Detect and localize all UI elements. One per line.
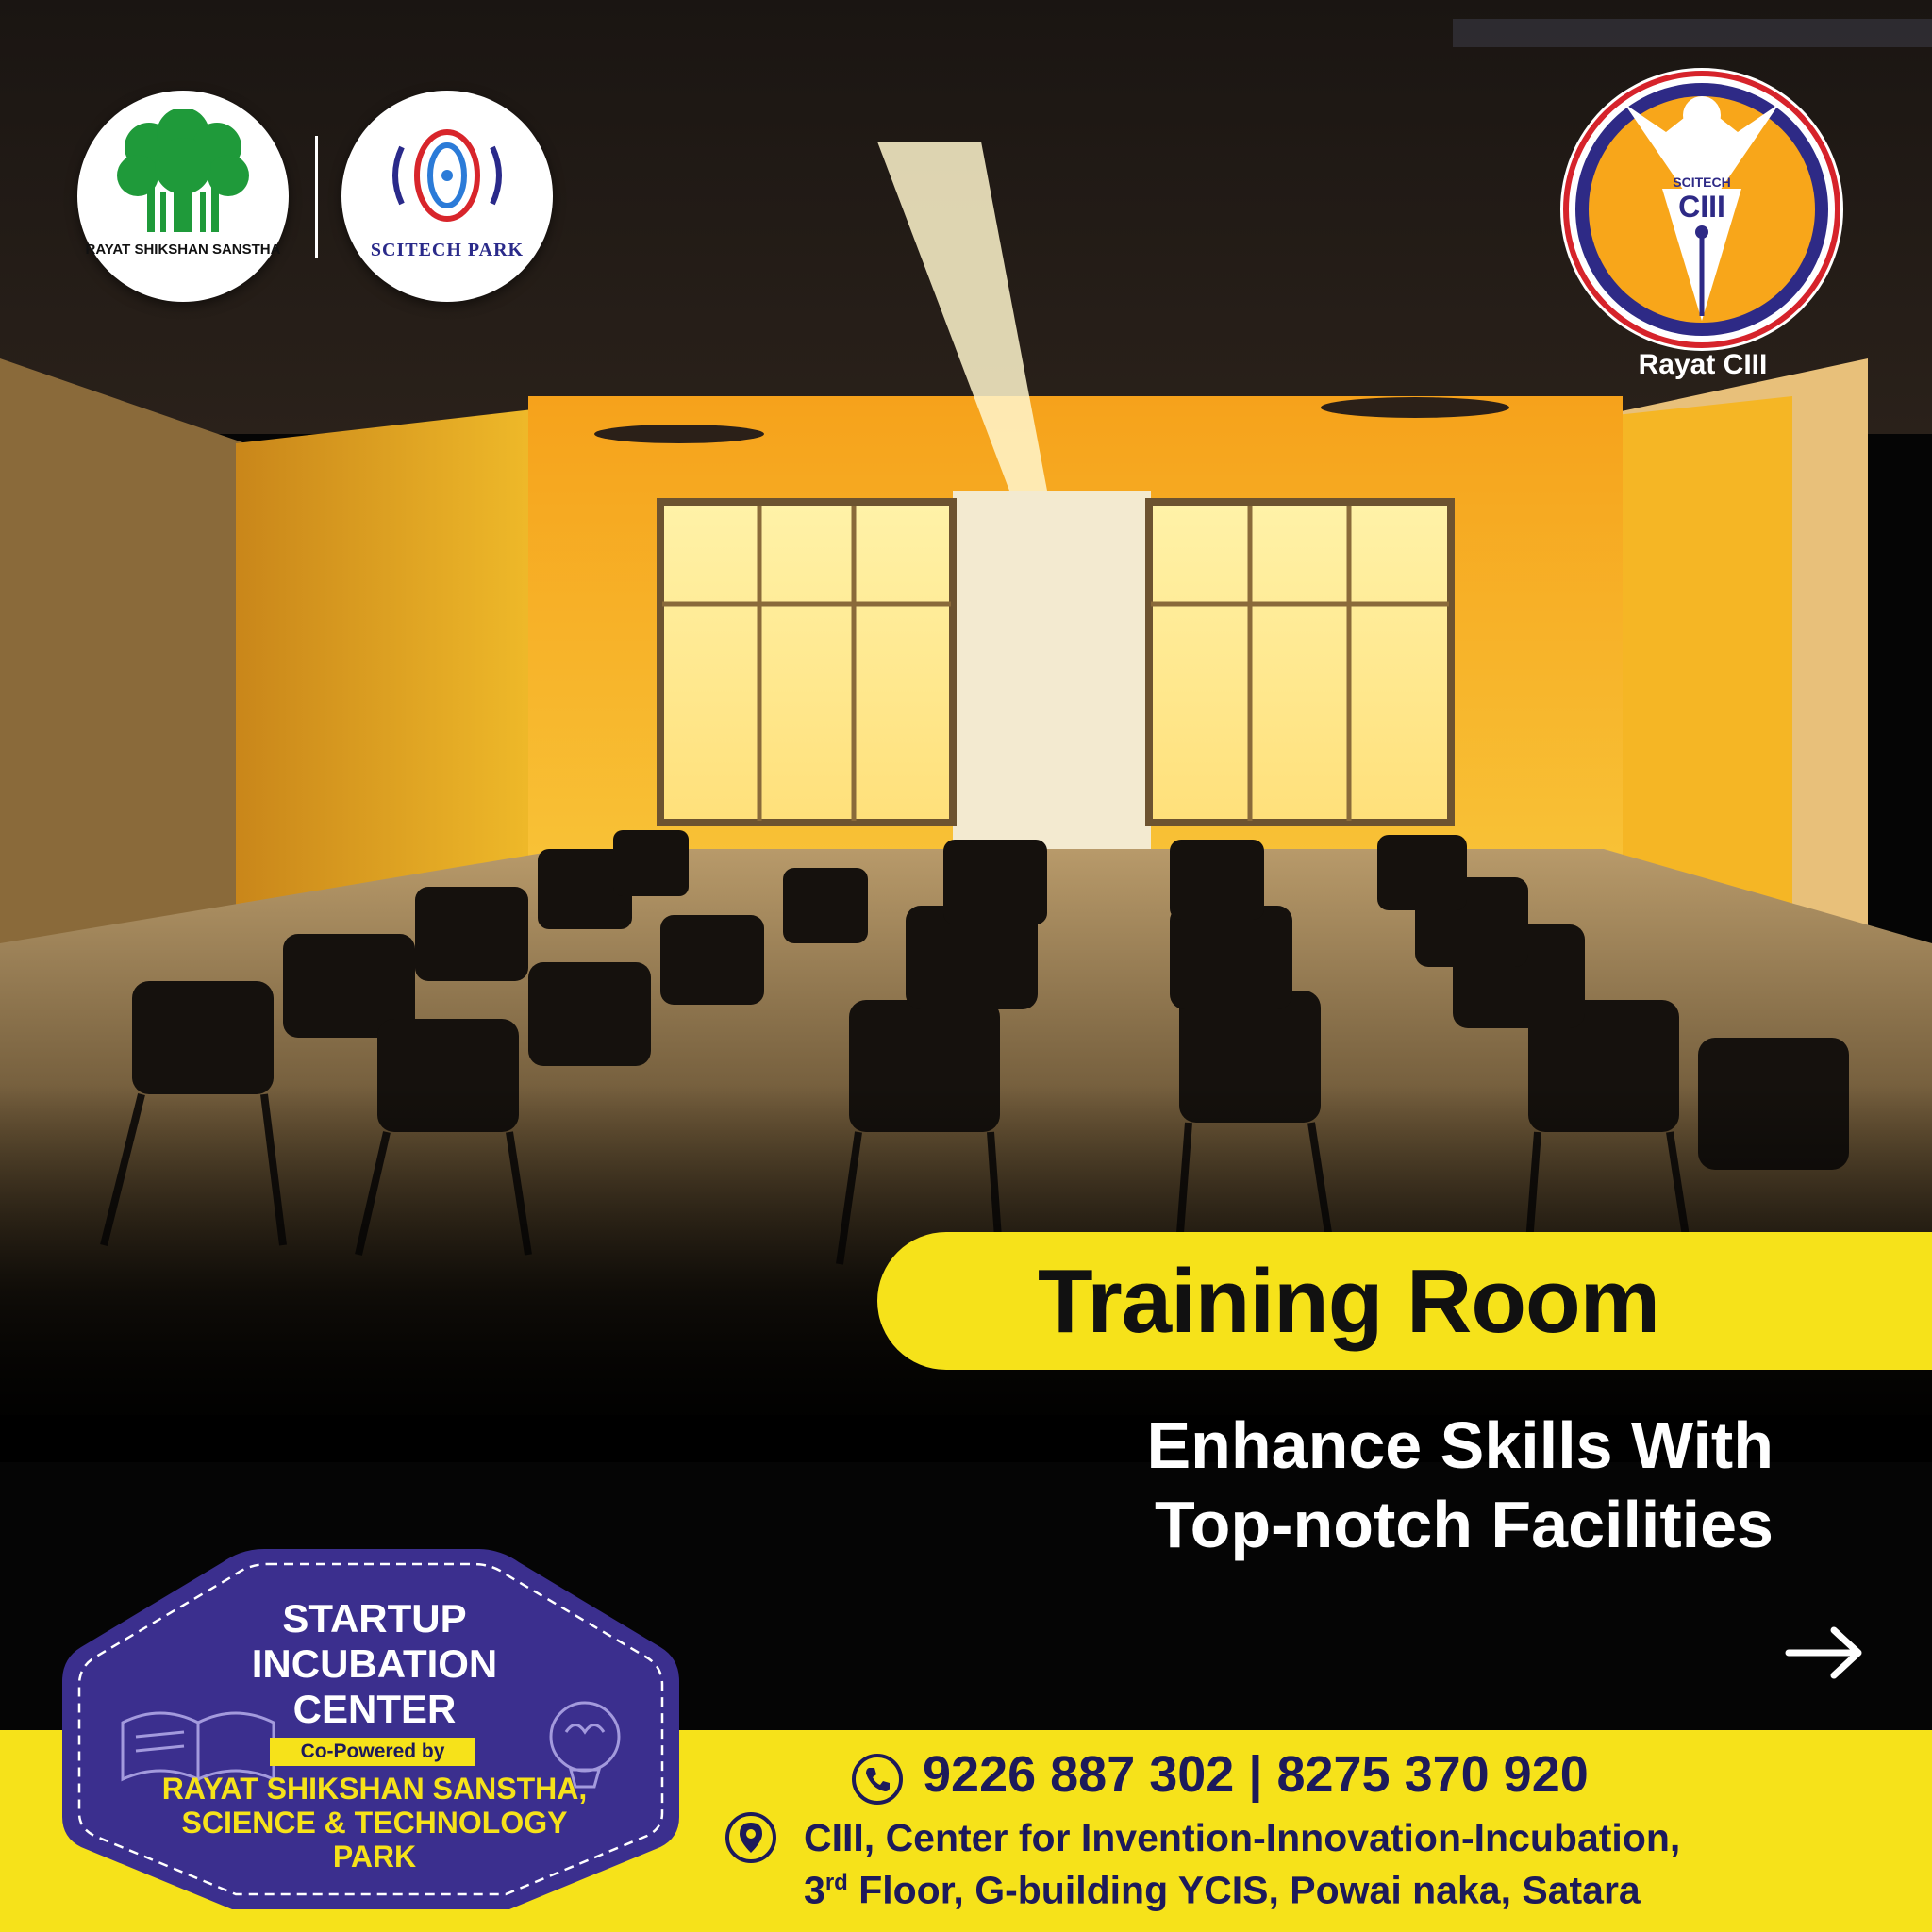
address-line-2: 3rd Floor, G-building YCIS, Powai naka, …	[804, 1868, 1641, 1912]
scitech-rings-icon	[392, 129, 502, 222]
subtitle-line-1: Enhance Skills With	[1146, 1408, 1774, 1482]
subtitle-line-2: Top-notch Facilities	[1155, 1488, 1774, 1561]
address-line-1: CIII, Center for Invention-Innovation-In…	[804, 1816, 1681, 1859]
phone-icon	[852, 1754, 903, 1805]
badge-title: STARTUP INCUBATION CENTER	[189, 1596, 560, 1732]
badge-org-line-1: RAYAT SHIKSHAN SANSTHA,	[161, 1772, 588, 1806]
location-pin-icon	[725, 1812, 776, 1863]
co-powered-label: Co-Powered by	[270, 1738, 475, 1766]
badge-title-line-3: CENTER	[292, 1687, 457, 1731]
scitech-logo-text: SCITECH PARK	[370, 240, 525, 260]
arrow-right-icon[interactable]	[1785, 1624, 1864, 1681]
badge-title-line-1: STARTUP	[282, 1596, 467, 1641]
badge-title-line-2: INCUBATION	[251, 1641, 498, 1686]
badge-org-line-3: PARK	[332, 1840, 417, 1874]
logo-divider	[315, 136, 318, 258]
rayat-shikshan-sanstha-logo: RAYAT SHIKSHAN SANSTHA	[77, 91, 289, 302]
page-title: Training Room	[1038, 1251, 1660, 1352]
ciii-caption: Rayat CIII	[1638, 349, 1768, 380]
ciii-logo-big-text: CIII	[1678, 190, 1725, 224]
poster: RAYAT SHIKSHAN SANSTHA SCITECH PARK SCIT…	[0, 0, 1932, 1932]
scitech-park-logo: SCITECH PARK	[341, 91, 553, 302]
ciii-logo-small-text: SCITECH	[1673, 175, 1730, 190]
phone-numbers[interactable]: 9226 887 302 | 8275 370 920	[923, 1745, 1589, 1804]
banyan-tree-icon	[117, 109, 249, 232]
rayat-ciii-logo: SCITECH CIII	[1560, 68, 1843, 351]
address: CIII, Center for Invention-Innovation-In…	[804, 1815, 1680, 1913]
rayat-logo-text: RAYAT SHIKSHAN SANSTHA	[85, 242, 281, 258]
badge-org-line-2: SCIENCE & TECHNOLOGY	[181, 1806, 568, 1840]
badge-organization: RAYAT SHIKSHAN SANSTHA, SCIENCE & TECHNO…	[132, 1772, 617, 1874]
subtitle: Enhance Skills With Top-notch Facilities	[1019, 1406, 1774, 1564]
